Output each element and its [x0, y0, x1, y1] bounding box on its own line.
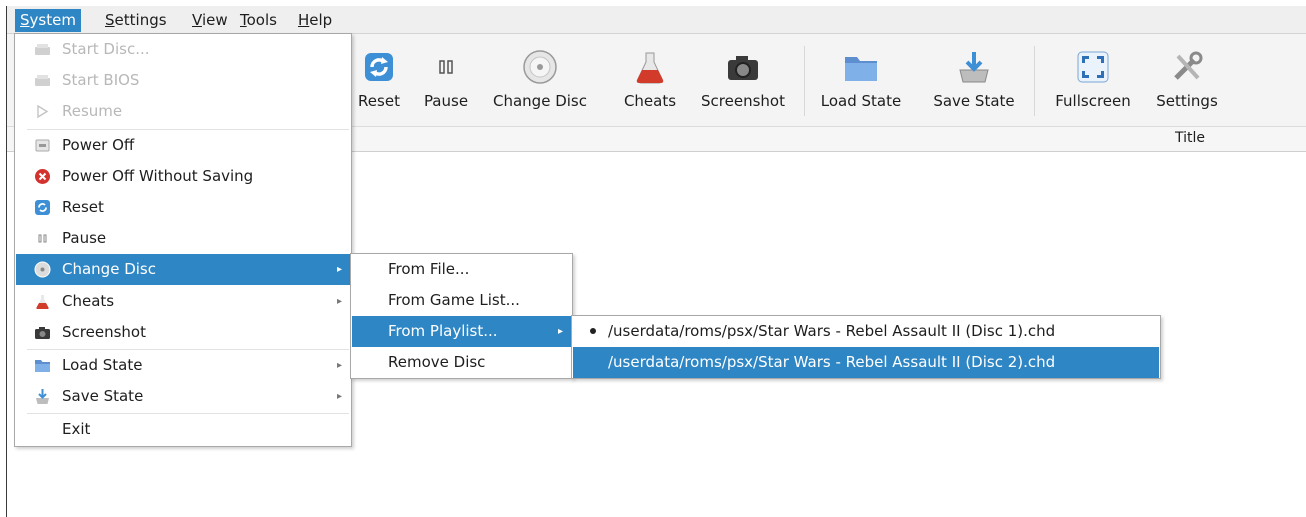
- flask-icon: [636, 52, 664, 84]
- menu-view[interactable]: View: [187, 9, 233, 32]
- menu-help[interactable]: Help: [293, 9, 337, 32]
- toolbar-separator: [804, 46, 805, 116]
- menu-item-start-bios[interactable]: Start BIOS: [16, 65, 350, 96]
- submenu-arrow-icon: ▸: [336, 264, 342, 275]
- playlist-item[interactable]: /userdata/roms/psx/Star Wars - Rebel Ass…: [573, 316, 1159, 347]
- power-icon: [35, 139, 50, 152]
- toolbar-load-state-button[interactable]: Load State: [813, 34, 909, 126]
- folder-icon: [35, 360, 50, 372]
- save-drive-icon: [959, 52, 989, 83]
- toolbar-separator: [1034, 46, 1035, 116]
- camera-icon: [35, 327, 50, 339]
- title-column-header[interactable]: Title: [1175, 130, 1205, 146]
- menu-item-change-disc[interactable]: Change Disc ▸: [16, 254, 350, 285]
- menu-item-from-game-list[interactable]: From Game List...: [352, 285, 571, 316]
- toolbar-settings-button[interactable]: Settings: [1149, 34, 1225, 126]
- menu-item-from-file[interactable]: From File...: [352, 254, 571, 285]
- reset-icon: [365, 53, 393, 81]
- toolbar-screenshot-button[interactable]: Screenshot: [692, 34, 794, 126]
- menu-tools[interactable]: Tools: [235, 9, 282, 32]
- disc-icon: [523, 50, 557, 84]
- chip-icon: [35, 75, 50, 86]
- current-disc-bullet-icon: [590, 328, 596, 334]
- menu-item-exit[interactable]: Exit: [16, 414, 350, 445]
- stop-icon: [35, 169, 50, 184]
- menu-item-resume[interactable]: Resume: [16, 96, 350, 127]
- toolbar-change-disc-button[interactable]: Change Disc: [485, 34, 595, 126]
- menu-settings[interactable]: Settings: [100, 9, 172, 32]
- menu-item-from-playlist[interactable]: From Playlist... ▸: [352, 316, 571, 347]
- menu-item-start-disc[interactable]: Start Disc...: [16, 34, 350, 65]
- reset-icon: [35, 200, 50, 215]
- submenu-arrow-icon: ▸: [336, 296, 342, 307]
- submenu-arrow-icon: ▸: [336, 391, 342, 402]
- tools-icon: [1174, 51, 1203, 80]
- menu-bar: System Settings View Tools Help: [7, 6, 1306, 34]
- menu-item-remove-disc[interactable]: Remove Disc: [352, 347, 571, 378]
- menu-item-power-off-without-saving[interactable]: Power Off Without Saving: [16, 161, 350, 192]
- toolbar-save-state-button[interactable]: Save State: [925, 34, 1023, 126]
- pause-icon: [439, 60, 453, 74]
- flask-icon: [36, 295, 49, 310]
- save-drive-icon: [36, 389, 49, 404]
- system-menu: Start Disc... Start BIOS Resume Power Of…: [14, 33, 352, 447]
- change-disc-submenu: From File... From Game List... From Play…: [350, 253, 573, 379]
- menu-item-pause[interactable]: Pause: [16, 223, 350, 254]
- menu-item-cheats[interactable]: Cheats ▸: [16, 286, 350, 317]
- menu-item-load-state[interactable]: Load State ▸: [16, 350, 350, 381]
- toolbar-reset-button[interactable]: Reset: [347, 34, 411, 126]
- disc-icon: [34, 261, 51, 278]
- submenu-arrow-icon: ▸: [557, 326, 563, 337]
- toolbar-pause-button[interactable]: Pause: [413, 34, 479, 126]
- camera-icon: [728, 56, 758, 80]
- folder-icon: [845, 57, 877, 81]
- playlist-item[interactable]: /userdata/roms/psx/Star Wars - Rebel Ass…: [573, 347, 1159, 378]
- menu-item-save-state[interactable]: Save State ▸: [16, 381, 350, 412]
- menu-item-screenshot[interactable]: Screenshot: [16, 317, 350, 348]
- menu-item-power-off[interactable]: Power Off: [16, 130, 350, 161]
- submenu-arrow-icon: ▸: [336, 360, 342, 371]
- pause-icon: [38, 234, 47, 243]
- play-icon: [37, 104, 49, 119]
- playlist-submenu: /userdata/roms/psx/Star Wars - Rebel Ass…: [571, 315, 1161, 379]
- menu-item-reset[interactable]: Reset: [16, 192, 350, 223]
- menu-system[interactable]: System: [15, 9, 81, 32]
- toolbar-cheats-button[interactable]: Cheats: [615, 34, 685, 126]
- fullscreen-icon: [1077, 51, 1109, 83]
- disc-drive-icon: [35, 44, 50, 55]
- toolbar-fullscreen-button[interactable]: Fullscreen: [1043, 34, 1143, 126]
